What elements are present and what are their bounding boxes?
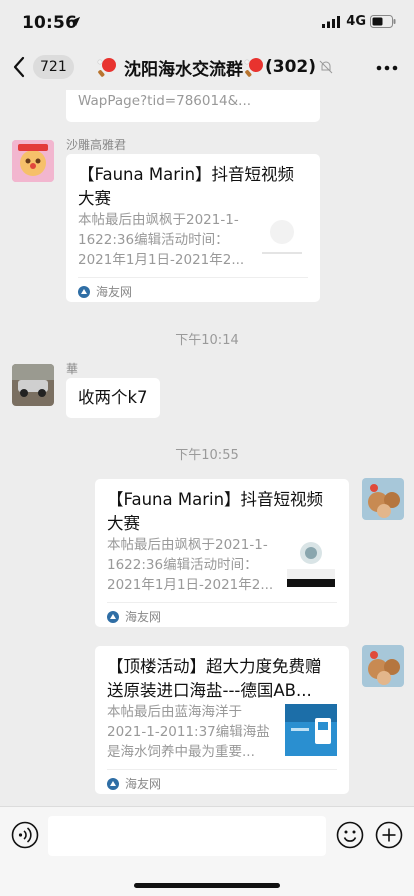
ellipsis-icon[interactable]: [376, 65, 398, 71]
card-source: 海友网: [107, 775, 161, 792]
avatar[interactable]: [362, 645, 404, 687]
timestamp: 下午10:14: [175, 333, 239, 348]
site-icon: [107, 777, 119, 790]
card-desc-line: 1622:36编辑活动时间：: [78, 232, 229, 248]
chat-title: 沈阳海水交流群 (302): [96, 55, 336, 80]
location-arrow-icon: [70, 16, 81, 27]
plus-circle-icon[interactable]: [375, 821, 403, 849]
source-name: 海友网: [125, 777, 162, 791]
card-thumbnail: [285, 704, 337, 756]
avatar[interactable]: [362, 478, 404, 520]
timestamp: 下午10:55: [175, 448, 239, 463]
card-desc-line: 2021年1月1日-2021年2...: [107, 577, 274, 593]
card-title: 【顶楼活动】超大力度免费赠送原装进口海盐---德国AB...: [107, 657, 322, 700]
card-url: WapPage?tid=786014&...: [78, 93, 252, 109]
link-card[interactable]: 【Fauna Marin】抖音短视频大赛 本帖最后由飒枫于2021-1- 162…: [66, 154, 320, 302]
card-desc-line: 2021-1-2011:37编辑海盐: [107, 724, 270, 740]
card-title: 【Fauna Marin】抖音短视频大赛: [78, 165, 295, 208]
message-input[interactable]: [48, 816, 326, 856]
divider: [107, 769, 337, 770]
nav-bar: 721 沈阳海水交流群 (302): [0, 44, 414, 90]
signal-icon: [322, 16, 340, 28]
battery-icon: [370, 15, 396, 28]
card-desc-line: 2021年1月1日-2021年2...: [78, 252, 245, 268]
avatar[interactable]: [12, 140, 54, 182]
home-indicator: [134, 883, 280, 888]
source-name: 海友网: [96, 285, 133, 299]
ping-pong-icon: [244, 58, 263, 77]
card-thumbnail: [256, 212, 308, 264]
divider: [78, 277, 308, 278]
card-desc-line: 本帖最后由蓝海海洋于: [107, 704, 242, 720]
voice-icon[interactable]: [11, 821, 39, 849]
group-name: 沈阳海水交流群: [124, 59, 243, 80]
bell-off-icon: [319, 60, 333, 74]
sender-name: 沙雕高雅君: [66, 138, 127, 152]
member-count: (302): [265, 57, 317, 77]
divider: [107, 602, 337, 603]
card-thumbnail: [285, 537, 337, 589]
card-desc-line: 本帖最后由飒枫于2021-1-: [78, 212, 239, 228]
card-desc-line: 是海水饲养中最为重要...: [107, 744, 255, 760]
ping-pong-icon: [97, 58, 116, 77]
sender-name: 華: [66, 362, 79, 376]
unread-badge[interactable]: 721: [33, 55, 74, 79]
link-card[interactable]: 【顶楼活动】超大力度免费赠送原装进口海盐---德国AB... 本帖最后由蓝海海洋…: [95, 646, 349, 794]
avatar[interactable]: [12, 364, 54, 406]
text-message[interactable]: 收两个k7: [66, 378, 160, 418]
link-card[interactable]: WapPage?tid=786014&...: [66, 90, 320, 122]
card-title: 【Fauna Marin】抖音短视频大赛: [107, 490, 324, 533]
smile-icon[interactable]: [336, 821, 364, 849]
site-icon: [78, 285, 90, 298]
chat-messages[interactable]: WapPage?tid=786014&... 沙雕高雅君 【Fauna Mari…: [0, 90, 414, 806]
card-desc-line: 1622:36编辑活动时间：: [107, 557, 258, 573]
chevron-left-icon[interactable]: [12, 56, 26, 78]
status-time: 10:56: [22, 13, 78, 33]
link-card[interactable]: 【Fauna Marin】抖音短视频大赛 本帖最后由飒枫于2021-1- 162…: [95, 479, 349, 627]
card-source: 海友网: [78, 283, 132, 300]
card-source: 海友网: [107, 608, 161, 625]
source-name: 海友网: [125, 610, 162, 624]
site-icon: [107, 610, 119, 623]
network-type: 4G: [346, 14, 366, 29]
card-desc-line: 本帖最后由飒枫于2021-1-: [107, 537, 268, 553]
status-bar: 10:56 4G: [0, 0, 414, 44]
